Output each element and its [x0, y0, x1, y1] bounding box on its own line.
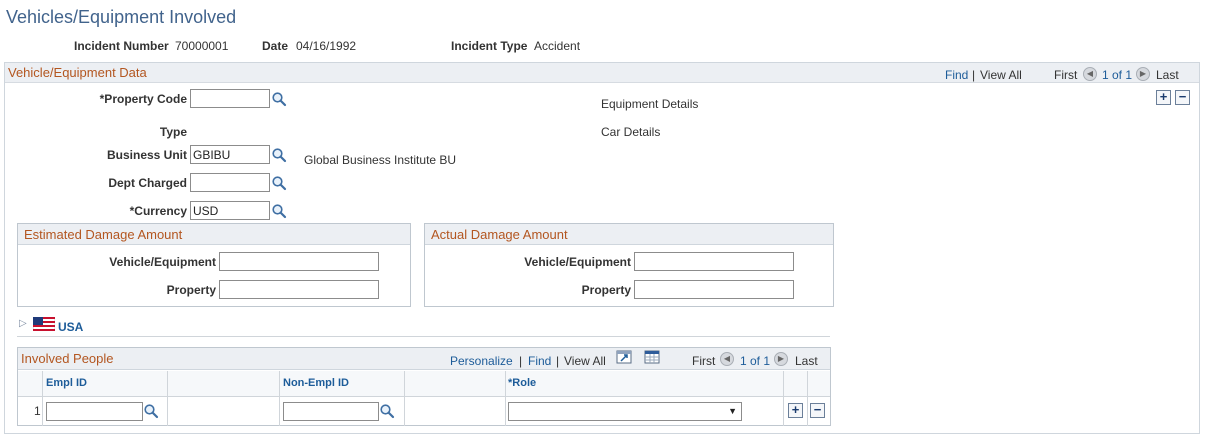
actual-property-label: Property [581, 283, 631, 297]
property-code-input[interactable] [190, 89, 270, 108]
remove-row-button[interactable]: − [1175, 90, 1190, 105]
column-header-non-empl-id[interactable]: Non-Empl ID [283, 377, 349, 389]
empl-id-lookup-icon[interactable] [143, 403, 159, 419]
car-details-link[interactable]: Car Details [601, 125, 660, 139]
incident-number-value: 70000001 [175, 39, 229, 53]
business-unit-input[interactable] [190, 145, 270, 164]
us-flag-icon [33, 317, 55, 331]
grid-add-row-button[interactable]: + [788, 403, 803, 418]
actual-vehicle-label: Vehicle/Equipment [524, 255, 631, 269]
actual-property-input[interactable] [634, 280, 794, 299]
grid-separator-1: | [519, 354, 523, 368]
estimated-vehicle-input[interactable] [219, 252, 379, 271]
date-label: Date [262, 39, 289, 53]
nav-separator: | [972, 68, 976, 82]
incident-number-label: Incident Number [74, 39, 169, 53]
estimated-property-input[interactable] [219, 280, 379, 299]
grid-column-header-row [18, 371, 830, 396]
grid-find-link[interactable]: Find [528, 354, 551, 368]
currency-lookup-icon[interactable] [271, 203, 287, 219]
country-label[interactable]: USA [58, 320, 83, 334]
expand-arrow-icon[interactable]: ▷ [19, 318, 27, 329]
download-grid-icon[interactable] [644, 350, 660, 364]
role-select[interactable]: ▼ [508, 402, 742, 421]
empl-id-input[interactable] [46, 402, 143, 421]
dept-charged-lookup-icon[interactable] [271, 175, 287, 191]
next-arrow-icon[interactable]: ▶ [1136, 67, 1150, 81]
dept-charged-label: Dept Charged [108, 176, 187, 190]
estimated-vehicle-label: Vehicle/Equipment [109, 255, 216, 269]
zoom-grid-icon[interactable] [616, 350, 632, 364]
prev-arrow-icon[interactable]: ◀ [1083, 67, 1097, 81]
grid-prev-arrow-icon[interactable]: ◀ [720, 352, 734, 366]
actual-vehicle-input[interactable] [634, 252, 794, 271]
row-count: 1 of 1 [1102, 68, 1133, 82]
estimated-damage-header: Estimated Damage Amount [18, 224, 410, 245]
currency-label: *Currency [129, 204, 187, 218]
involved-people-title: Involved People [21, 351, 114, 366]
incident-type-value: Accident [534, 39, 581, 53]
add-row-button[interactable]: + [1156, 90, 1171, 105]
incident-type-label: Incident Type [451, 39, 528, 53]
currency-input[interactable] [190, 201, 270, 220]
view-all-link[interactable]: View All [980, 68, 1022, 82]
date-value: 04/16/1992 [296, 39, 357, 53]
type-label: Type [159, 125, 187, 139]
grid-separator-2: | [556, 354, 560, 368]
business-unit-description: Global Business Institute BU [304, 153, 457, 167]
find-link[interactable]: Find [945, 68, 968, 82]
chevron-down-icon: ▼ [728, 406, 737, 416]
last-label: Last [1156, 68, 1179, 82]
row-number: 1 [34, 404, 41, 418]
business-unit-label: Business Unit [106, 148, 187, 162]
non-empl-id-input[interactable] [283, 402, 379, 421]
grid-first-label: First [692, 354, 716, 368]
equipment-details-link[interactable]: Equipment Details [601, 97, 698, 111]
personalize-link[interactable]: Personalize [450, 354, 513, 368]
dept-charged-input[interactable] [190, 173, 270, 192]
page-title: Vehicles/Equipment Involved [6, 7, 237, 27]
grid-row-count: 1 of 1 [740, 354, 771, 368]
estimated-property-label: Property [166, 283, 216, 297]
actual-damage-header: Actual Damage Amount [425, 224, 833, 245]
property-code-label: *Property Code [99, 92, 187, 106]
grid-next-arrow-icon[interactable]: ▶ [774, 352, 788, 366]
first-label: First [1054, 68, 1078, 82]
non-empl-id-lookup-icon[interactable] [379, 403, 395, 419]
column-header-role[interactable]: *Role [508, 377, 536, 389]
grid-view-all-link[interactable]: View All [564, 354, 606, 368]
business-unit-lookup-icon[interactable] [271, 147, 287, 163]
estimated-damage-title: Estimated Damage Amount [24, 227, 183, 242]
property-code-lookup-icon[interactable] [271, 91, 287, 107]
grid-last-label: Last [795, 354, 818, 368]
actual-damage-title: Actual Damage Amount [431, 227, 568, 242]
vehicle-equipment-title: Vehicle/Equipment Data [8, 65, 147, 80]
column-header-empl-id[interactable]: Empl ID [46, 377, 87, 389]
grid-remove-row-button[interactable]: − [810, 403, 825, 418]
country-divider [17, 336, 830, 337]
